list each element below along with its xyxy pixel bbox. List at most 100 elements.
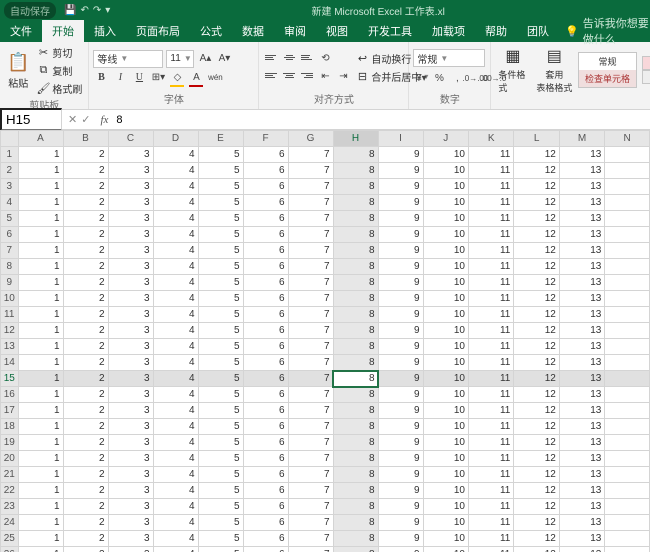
cell-J3[interactable]: 10 <box>423 179 468 195</box>
cell-L1[interactable]: 12 <box>514 147 559 163</box>
cell-G25[interactable]: 7 <box>288 531 333 547</box>
col-header-L[interactable]: L <box>514 131 559 147</box>
cell-M11[interactable]: 13 <box>559 307 604 323</box>
cell-F9[interactable]: 6 <box>243 275 288 291</box>
cell-H25[interactable]: 8 <box>333 531 378 547</box>
cell-J17[interactable]: 10 <box>423 403 468 419</box>
cell-K2[interactable]: 11 <box>468 163 513 179</box>
cell-I9[interactable]: 9 <box>378 275 423 291</box>
cell-J15[interactable]: 10 <box>423 371 468 387</box>
cell-B9[interactable]: 2 <box>63 275 108 291</box>
cell-A14[interactable]: 1 <box>18 355 63 371</box>
cell-A24[interactable]: 1 <box>18 515 63 531</box>
cell-I24[interactable]: 9 <box>378 515 423 531</box>
cell-L19[interactable]: 12 <box>514 435 559 451</box>
cell-C13[interactable]: 3 <box>108 339 153 355</box>
cell-B17[interactable]: 2 <box>63 403 108 419</box>
cell-G9[interactable]: 7 <box>288 275 333 291</box>
cell-G11[interactable]: 7 <box>288 307 333 323</box>
cell-E22[interactable]: 5 <box>198 483 243 499</box>
cell-J6[interactable]: 10 <box>423 227 468 243</box>
cell-F24[interactable]: 6 <box>243 515 288 531</box>
cell-B10[interactable]: 2 <box>63 291 108 307</box>
row-header-11[interactable]: 11 <box>1 307 19 323</box>
cell-H18[interactable]: 8 <box>333 419 378 435</box>
cell-C9[interactable]: 3 <box>108 275 153 291</box>
cell-F21[interactable]: 6 <box>243 467 288 483</box>
cell-E4[interactable]: 5 <box>198 195 243 211</box>
row-header-24[interactable]: 24 <box>1 515 19 531</box>
cell-K14[interactable]: 11 <box>468 355 513 371</box>
cell-F23[interactable]: 6 <box>243 499 288 515</box>
cell-M4[interactable]: 13 <box>559 195 604 211</box>
cell-C17[interactable]: 3 <box>108 403 153 419</box>
cell-C4[interactable]: 3 <box>108 195 153 211</box>
cell-E26[interactable]: 5 <box>198 547 243 552</box>
cell-H19[interactable]: 8 <box>333 435 378 451</box>
row-header-15[interactable]: 15 <box>1 371 19 387</box>
align-middle-icon[interactable] <box>281 51 297 65</box>
cell-G2[interactable]: 7 <box>288 163 333 179</box>
cell-E6[interactable]: 5 <box>198 227 243 243</box>
cell-L24[interactable]: 12 <box>514 515 559 531</box>
cell-M19[interactable]: 13 <box>559 435 604 451</box>
cell-L25[interactable]: 12 <box>514 531 559 547</box>
cell-N24[interactable] <box>605 515 650 531</box>
cell-A17[interactable]: 1 <box>18 403 63 419</box>
cell-F16[interactable]: 6 <box>243 387 288 403</box>
cell-C20[interactable]: 3 <box>108 451 153 467</box>
cell-G4[interactable]: 7 <box>288 195 333 211</box>
cell-L12[interactable]: 12 <box>514 323 559 339</box>
cell-K1[interactable]: 11 <box>468 147 513 163</box>
name-box[interactable] <box>0 108 62 131</box>
cut-button[interactable]: ✂剪切 <box>35 44 84 61</box>
cell-K8[interactable]: 11 <box>468 259 513 275</box>
cell-B18[interactable]: 2 <box>63 419 108 435</box>
cell-J21[interactable]: 10 <box>423 467 468 483</box>
cell-F20[interactable]: 6 <box>243 451 288 467</box>
cell-B26[interactable]: 2 <box>63 547 108 552</box>
cell-A1[interactable]: 1 <box>18 147 63 163</box>
cell-G21[interactable]: 7 <box>288 467 333 483</box>
cell-H15[interactable]: 8 <box>333 371 378 387</box>
col-header-H[interactable]: H <box>333 131 378 147</box>
cell-L11[interactable]: 12 <box>514 307 559 323</box>
cell-M16[interactable]: 13 <box>559 387 604 403</box>
cell-D23[interactable]: 4 <box>153 499 198 515</box>
cell-I6[interactable]: 9 <box>378 227 423 243</box>
cell-F5[interactable]: 6 <box>243 211 288 227</box>
cell-A9[interactable]: 1 <box>18 275 63 291</box>
cell-C11[interactable]: 3 <box>108 307 153 323</box>
cell-N25[interactable] <box>605 531 650 547</box>
cell-N8[interactable] <box>605 259 650 275</box>
cell-J2[interactable]: 10 <box>423 163 468 179</box>
cell-K18[interactable]: 11 <box>468 419 513 435</box>
cell-M1[interactable]: 13 <box>559 147 604 163</box>
cell-L23[interactable]: 12 <box>514 499 559 515</box>
cell-D22[interactable]: 4 <box>153 483 198 499</box>
tab-9[interactable]: 帮助 <box>475 20 517 42</box>
cell-I13[interactable]: 9 <box>378 339 423 355</box>
cell-A3[interactable]: 1 <box>18 179 63 195</box>
cell-N20[interactable] <box>605 451 650 467</box>
cell-N21[interactable] <box>605 467 650 483</box>
cell-K12[interactable]: 11 <box>468 323 513 339</box>
row-header-20[interactable]: 20 <box>1 451 19 467</box>
cell-A5[interactable]: 1 <box>18 211 63 227</box>
cell-E19[interactable]: 5 <box>198 435 243 451</box>
cell-J8[interactable]: 10 <box>423 259 468 275</box>
cell-G16[interactable]: 7 <box>288 387 333 403</box>
row-header-2[interactable]: 2 <box>1 163 19 179</box>
row-header-23[interactable]: 23 <box>1 499 19 515</box>
cell-A4[interactable]: 1 <box>18 195 63 211</box>
cell-I2[interactable]: 9 <box>378 163 423 179</box>
cell-B23[interactable]: 2 <box>63 499 108 515</box>
cell-N2[interactable] <box>605 163 650 179</box>
cell-C3[interactable]: 3 <box>108 179 153 195</box>
cell-C5[interactable]: 3 <box>108 211 153 227</box>
cell-L6[interactable]: 12 <box>514 227 559 243</box>
cell-F17[interactable]: 6 <box>243 403 288 419</box>
cell-M24[interactable]: 13 <box>559 515 604 531</box>
conditional-format-button[interactable]: ▦条件格式 <box>495 46 530 94</box>
cell-H5[interactable]: 8 <box>333 211 378 227</box>
